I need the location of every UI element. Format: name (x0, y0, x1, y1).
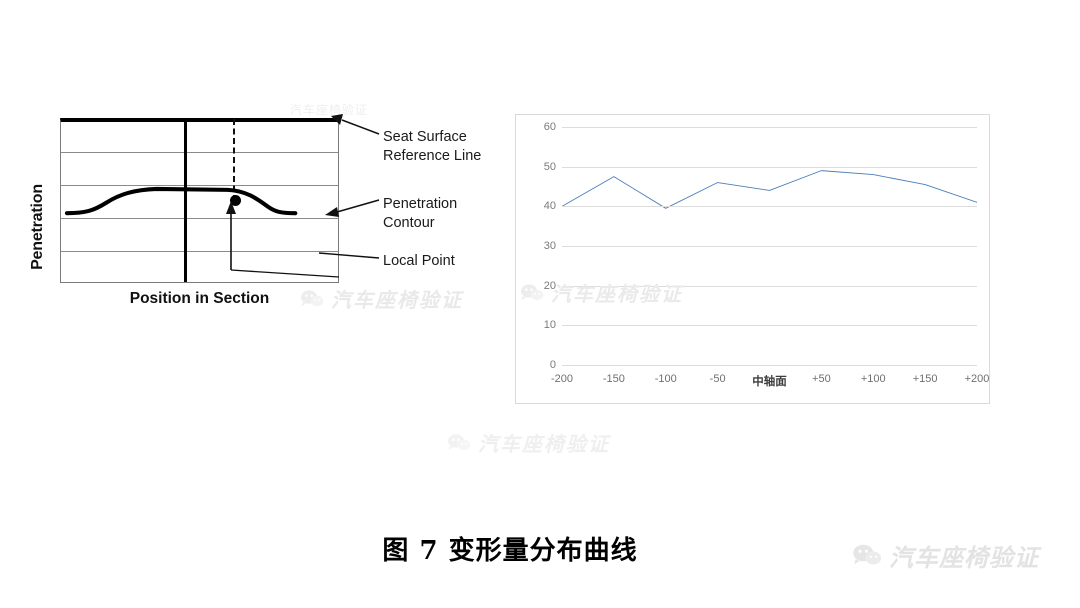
annotation-seat-surface-reference-line: Seat Surface Reference Line (383, 129, 482, 164)
wechat-icon (448, 433, 471, 450)
chart-y-tick-label: 40 (543, 200, 556, 213)
chart-gridline (562, 285, 977, 287)
chart-gridline (562, 127, 977, 128)
annotation-local-point: Local Point (383, 253, 455, 269)
chart-y-axis: 0 10 20 30 40 50 60 (522, 115, 556, 403)
local-point-leader-arrow (226, 201, 340, 278)
diagram-annotations: Seat Surface Reference Line Penetration … (318, 90, 509, 325)
chart-x-tick-label: 中轴面 (752, 376, 787, 388)
section-plot-box (60, 118, 340, 283)
chart-x-tick-label: +50 (812, 373, 831, 385)
chart-x-tick-label: +150 (912, 373, 938, 385)
chart-inner: 0 10 20 30 40 50 60 -200 -150 -100 -50 中轴面 +50 +100 +… (516, 115, 990, 403)
chart-y-tick-label: 20 (543, 279, 556, 292)
chart-gridline (562, 206, 977, 208)
chart-y-tick-label: 0 (549, 359, 556, 371)
chart-y-tick-label: 30 (543, 240, 556, 252)
chart-gridline (562, 325, 977, 327)
chart-x-tick-label: +200 (964, 373, 990, 385)
watermark: 汽车座椅验证 (447, 428, 610, 457)
annotation-penetration-contour: Penetration Contour (383, 196, 458, 231)
chart-x-axis: -200 -150 -100 -50 中轴面 +50 +100 +150 +200 (551, 373, 989, 393)
chart-x-tick-label: +100 (860, 373, 886, 385)
chart-y-tick-label: 50 (543, 160, 556, 173)
chart-y-tick-label: 10 (543, 319, 556, 332)
chart-y-tick-label: 60 (543, 121, 556, 133)
penetration-section-diagram: 汽车座椅验证 Penetration Position in Section S… (0, 90, 500, 325)
chart-x-tick-label: -50 (709, 373, 726, 385)
chart-x-tick-label: -150 (602, 373, 625, 385)
watermark-text: 汽车座椅验证 (478, 432, 610, 456)
figure-caption: 图 7 变形量分布曲线 (382, 536, 638, 566)
chart-gridline (562, 365, 977, 366)
deformation-distribution-chart: 0 10 20 30 40 50 60 -200 -150 -100 -50 中轴面 +50 +100 +… (515, 114, 990, 404)
figure-page: 汽车座椅验证 Penetration Position in Section S… (0, 0, 1080, 608)
chart-gridline (562, 166, 977, 168)
chart-plot-area (562, 127, 977, 366)
chart-x-tick-label: -200 (550, 373, 574, 385)
position-axis-label: Position in Section (129, 290, 270, 307)
chart-x-tick-label: -100 (654, 373, 677, 385)
chart-gridline (562, 246, 977, 247)
penetration-axis-label: Penetration (29, 184, 46, 270)
